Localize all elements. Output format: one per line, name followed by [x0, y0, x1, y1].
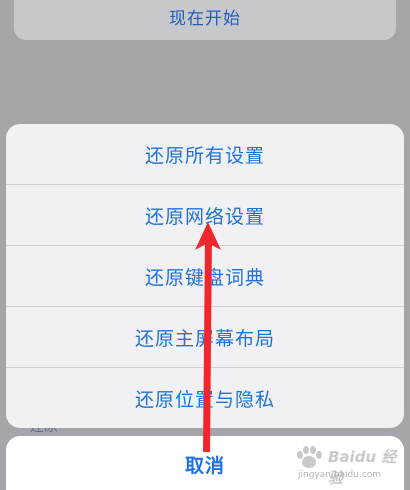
baidu-watermark: Baidu 经验 jingyan.baidu.com: [292, 446, 404, 487]
paw-logo-icon: [297, 446, 322, 468]
watermark-brand: Baidu 经验: [328, 448, 397, 487]
reset-location-privacy-button[interactable]: 还原位置与隐私: [6, 368, 404, 428]
reset-keyboard-dictionary-button[interactable]: 还原键盘词典: [6, 246, 404, 306]
reset-action-sheet: 还原所有设置 还原网络设置 还原键盘词典 还原主屏幕布局 还原位置与隐私: [6, 124, 404, 428]
reset-network-settings-button[interactable]: 还原网络设置: [6, 185, 404, 245]
reset-all-settings-button[interactable]: 还原所有设置: [6, 124, 404, 184]
reset-home-screen-layout-button[interactable]: 还原主屏幕布局: [6, 307, 404, 367]
start-now-label: 现在开始: [169, 9, 241, 29]
cancel-label: 取消: [184, 454, 225, 477]
background-start-card: 现在开始: [14, 0, 396, 40]
watermark-url: jingyan.baidu.com: [298, 470, 382, 480]
